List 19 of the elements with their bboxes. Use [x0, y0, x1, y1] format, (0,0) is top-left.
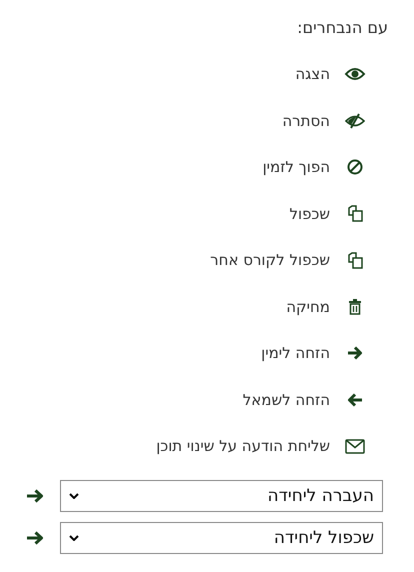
action-link[interactable]: הצגה	[295, 65, 330, 84]
action-link[interactable]: הזחה לשמאל	[242, 390, 330, 409]
dropdown[interactable]: שכפול ליחידה	[60, 522, 383, 554]
eye-icon[interactable]	[344, 67, 366, 82]
arrow-right-icon[interactable]	[26, 530, 44, 546]
action-link[interactable]: שליחת הודעה על שינוי תוכן	[156, 437, 330, 456]
eye-slash-icon[interactable]	[344, 112, 366, 129]
action-link[interactable]: הזחה לימין	[261, 344, 330, 362]
arrow-right-icon[interactable]	[26, 488, 44, 504]
chevron-down-icon	[69, 492, 79, 498]
dropdown[interactable]: העברה ליחידה	[60, 480, 383, 512]
action-link[interactable]: הסתרה	[282, 112, 330, 130]
action-link[interactable]: הפוך לזמין	[262, 158, 330, 176]
section-heading: עם הנבחרים:	[296, 18, 389, 37]
chevron-down-icon	[69, 534, 79, 540]
action-link[interactable]: מחיקה	[286, 298, 330, 316]
action-link[interactable]: שכפול לקורס אחר	[210, 251, 330, 270]
action-link[interactable]: שכפול	[289, 204, 330, 223]
envelope-icon[interactable]	[344, 438, 366, 454]
